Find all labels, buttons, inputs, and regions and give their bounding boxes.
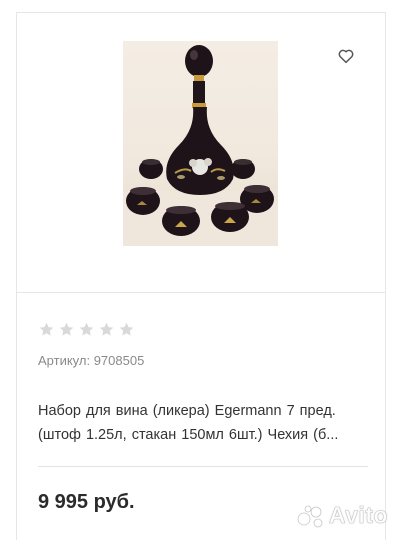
star-icon (39, 322, 54, 336)
divider (38, 466, 368, 467)
article-number: Артикул: 9708505 (38, 353, 145, 368)
star-icon (79, 322, 94, 336)
avito-watermark: Avito (296, 502, 388, 529)
product-photo[interactable] (123, 41, 278, 246)
page: Артикул: 9708505 Набор для вина (ликера)… (0, 0, 400, 540)
product-card[interactable]: Артикул: 9708505 Набор для вина (ликера)… (16, 12, 386, 540)
product-price: 9 995 руб. (38, 491, 135, 513)
decanter-set-illustration (123, 45, 278, 246)
product-title-line-2: (штоф 1.25л, стакан 150мл 6шт.) Чехия (б… (38, 427, 339, 443)
star-icon (119, 322, 134, 336)
product-title-line-1: Набор для вина (ликера) Egermann 7 пред. (38, 403, 336, 419)
star-icon (59, 322, 74, 336)
avito-logo-icon (297, 505, 323, 527)
favorite-button[interactable] (337, 47, 355, 65)
product-image-area[interactable] (17, 13, 385, 293)
star-icon (99, 322, 114, 336)
product-title[interactable]: Набор для вина (ликера) Egermann 7 пред.… (38, 399, 373, 447)
heart-outline-icon (338, 49, 354, 64)
rating-stars (38, 321, 135, 338)
watermark-text: Avito (328, 502, 388, 529)
